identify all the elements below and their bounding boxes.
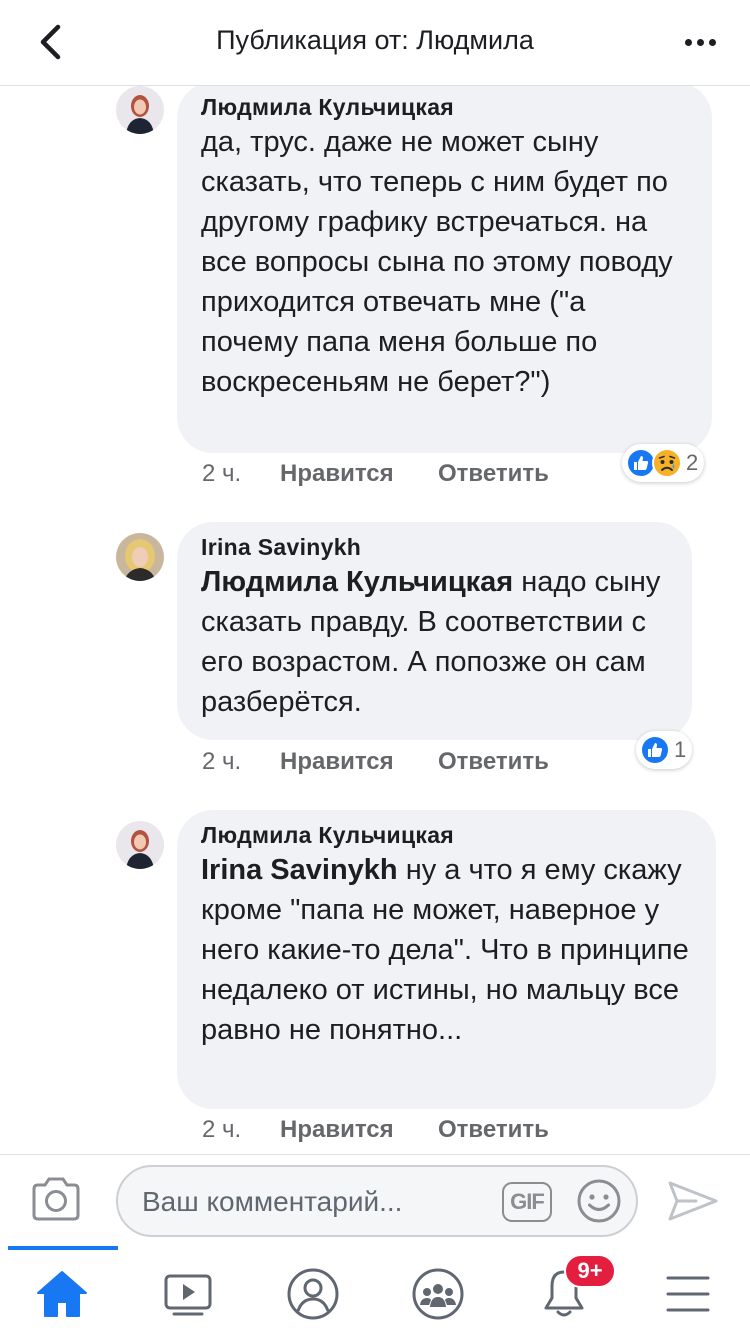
- back-button[interactable]: [26, 18, 74, 66]
- comment-author[interactable]: Людмила Кульчицкая: [201, 92, 688, 122]
- top-bar: Публикация от: Людмила: [0, 0, 750, 86]
- more-dot-icon: [708, 38, 716, 46]
- comment-meta: 2 ч. Нравится Ответить: [202, 460, 549, 488]
- sad-icon: [652, 448, 682, 478]
- reactions-summary[interactable]: 1: [636, 731, 693, 769]
- bottom-navigation: 9+: [0, 1246, 750, 1334]
- reaction-count: 2: [686, 450, 699, 475]
- comment-input-placeholder: Ваш комментарий...: [142, 1186, 403, 1217]
- comment-meta: 2 ч. Нравится Ответить: [202, 748, 549, 776]
- more-dot-icon: [696, 38, 704, 46]
- comment-time[interactable]: 2 ч.: [202, 1116, 280, 1144]
- send-button[interactable]: [666, 1177, 720, 1225]
- comment-input[interactable]: Ваш комментарий... GIF: [116, 1165, 638, 1237]
- active-tab-indicator: [8, 1246, 118, 1250]
- nav-menu[interactable]: [658, 1266, 718, 1322]
- avatar[interactable]: [116, 821, 164, 869]
- camera-button[interactable]: [28, 1175, 84, 1225]
- chevron-left-icon: [40, 24, 61, 60]
- comment-text: Irina Savinykh ну а что я ему скажу кром…: [201, 850, 692, 1050]
- reactions-summary[interactable]: 2: [622, 444, 705, 482]
- nav-watch[interactable]: [158, 1266, 218, 1322]
- menu-icon: [666, 1276, 710, 1312]
- home-icon: [37, 1271, 87, 1317]
- emoji-button[interactable]: [576, 1178, 622, 1224]
- comment-text: Людмила Кульчицкая надо сыну сказать пра…: [201, 562, 668, 722]
- groups-icon: [412, 1268, 464, 1320]
- notifications-badge: 9+: [564, 1254, 616, 1288]
- comment-bubble[interactable]: Людмила Кульчицкая Irina Savinykh ну а ч…: [177, 810, 716, 1109]
- like-button[interactable]: Нравится: [280, 1116, 438, 1144]
- reaction-count: 1: [674, 737, 687, 762]
- gif-button[interactable]: GIF: [502, 1182, 552, 1222]
- send-icon: [668, 1181, 718, 1221]
- comment-bubble[interactable]: Irina Savinykh Людмила Кульчицкая надо с…: [177, 522, 692, 740]
- comment-bubble[interactable]: Людмила Кульчицкая да, трус. даже не мож…: [177, 82, 712, 453]
- more-options-button[interactable]: [676, 22, 724, 62]
- smiley-icon: [577, 1179, 621, 1223]
- comment-body: да, трус. даже не может сыну сказать, чт…: [201, 126, 673, 398]
- comment-mention[interactable]: Людмила Кульчицкая: [201, 566, 513, 598]
- like-icon: [640, 735, 670, 765]
- reply-button[interactable]: Ответить: [438, 1116, 549, 1144]
- camera-icon: [32, 1177, 80, 1221]
- reply-button[interactable]: Ответить: [438, 460, 549, 488]
- comment-time[interactable]: 2 ч.: [202, 748, 280, 776]
- watch-icon: [164, 1274, 212, 1316]
- comment-mention[interactable]: Irina Savinykh: [201, 854, 398, 886]
- more-dot-icon: [684, 38, 692, 46]
- nav-profile[interactable]: [283, 1266, 343, 1322]
- comment-text: да, трус. даже не может сыну сказать, чт…: [201, 122, 688, 402]
- profile-icon: [287, 1268, 339, 1320]
- comment-time[interactable]: 2 ч.: [202, 460, 280, 488]
- reply-button[interactable]: Ответить: [438, 748, 549, 776]
- nav-groups[interactable]: [408, 1266, 468, 1322]
- page-title: Публикация от: Людмила: [216, 25, 534, 55]
- avatar[interactable]: [116, 86, 164, 134]
- avatar[interactable]: [116, 533, 164, 581]
- comment-author[interactable]: Людмила Кульчицкая: [201, 820, 692, 850]
- comment-composer: Ваш комментарий... GIF: [0, 1154, 750, 1246]
- nav-home[interactable]: [32, 1266, 92, 1322]
- comment-author[interactable]: Irina Savinykh: [201, 532, 668, 562]
- comment-meta: 2 ч. Нравится Ответить: [202, 1116, 549, 1144]
- like-button[interactable]: Нравится: [280, 748, 438, 776]
- like-button[interactable]: Нравится: [280, 460, 438, 488]
